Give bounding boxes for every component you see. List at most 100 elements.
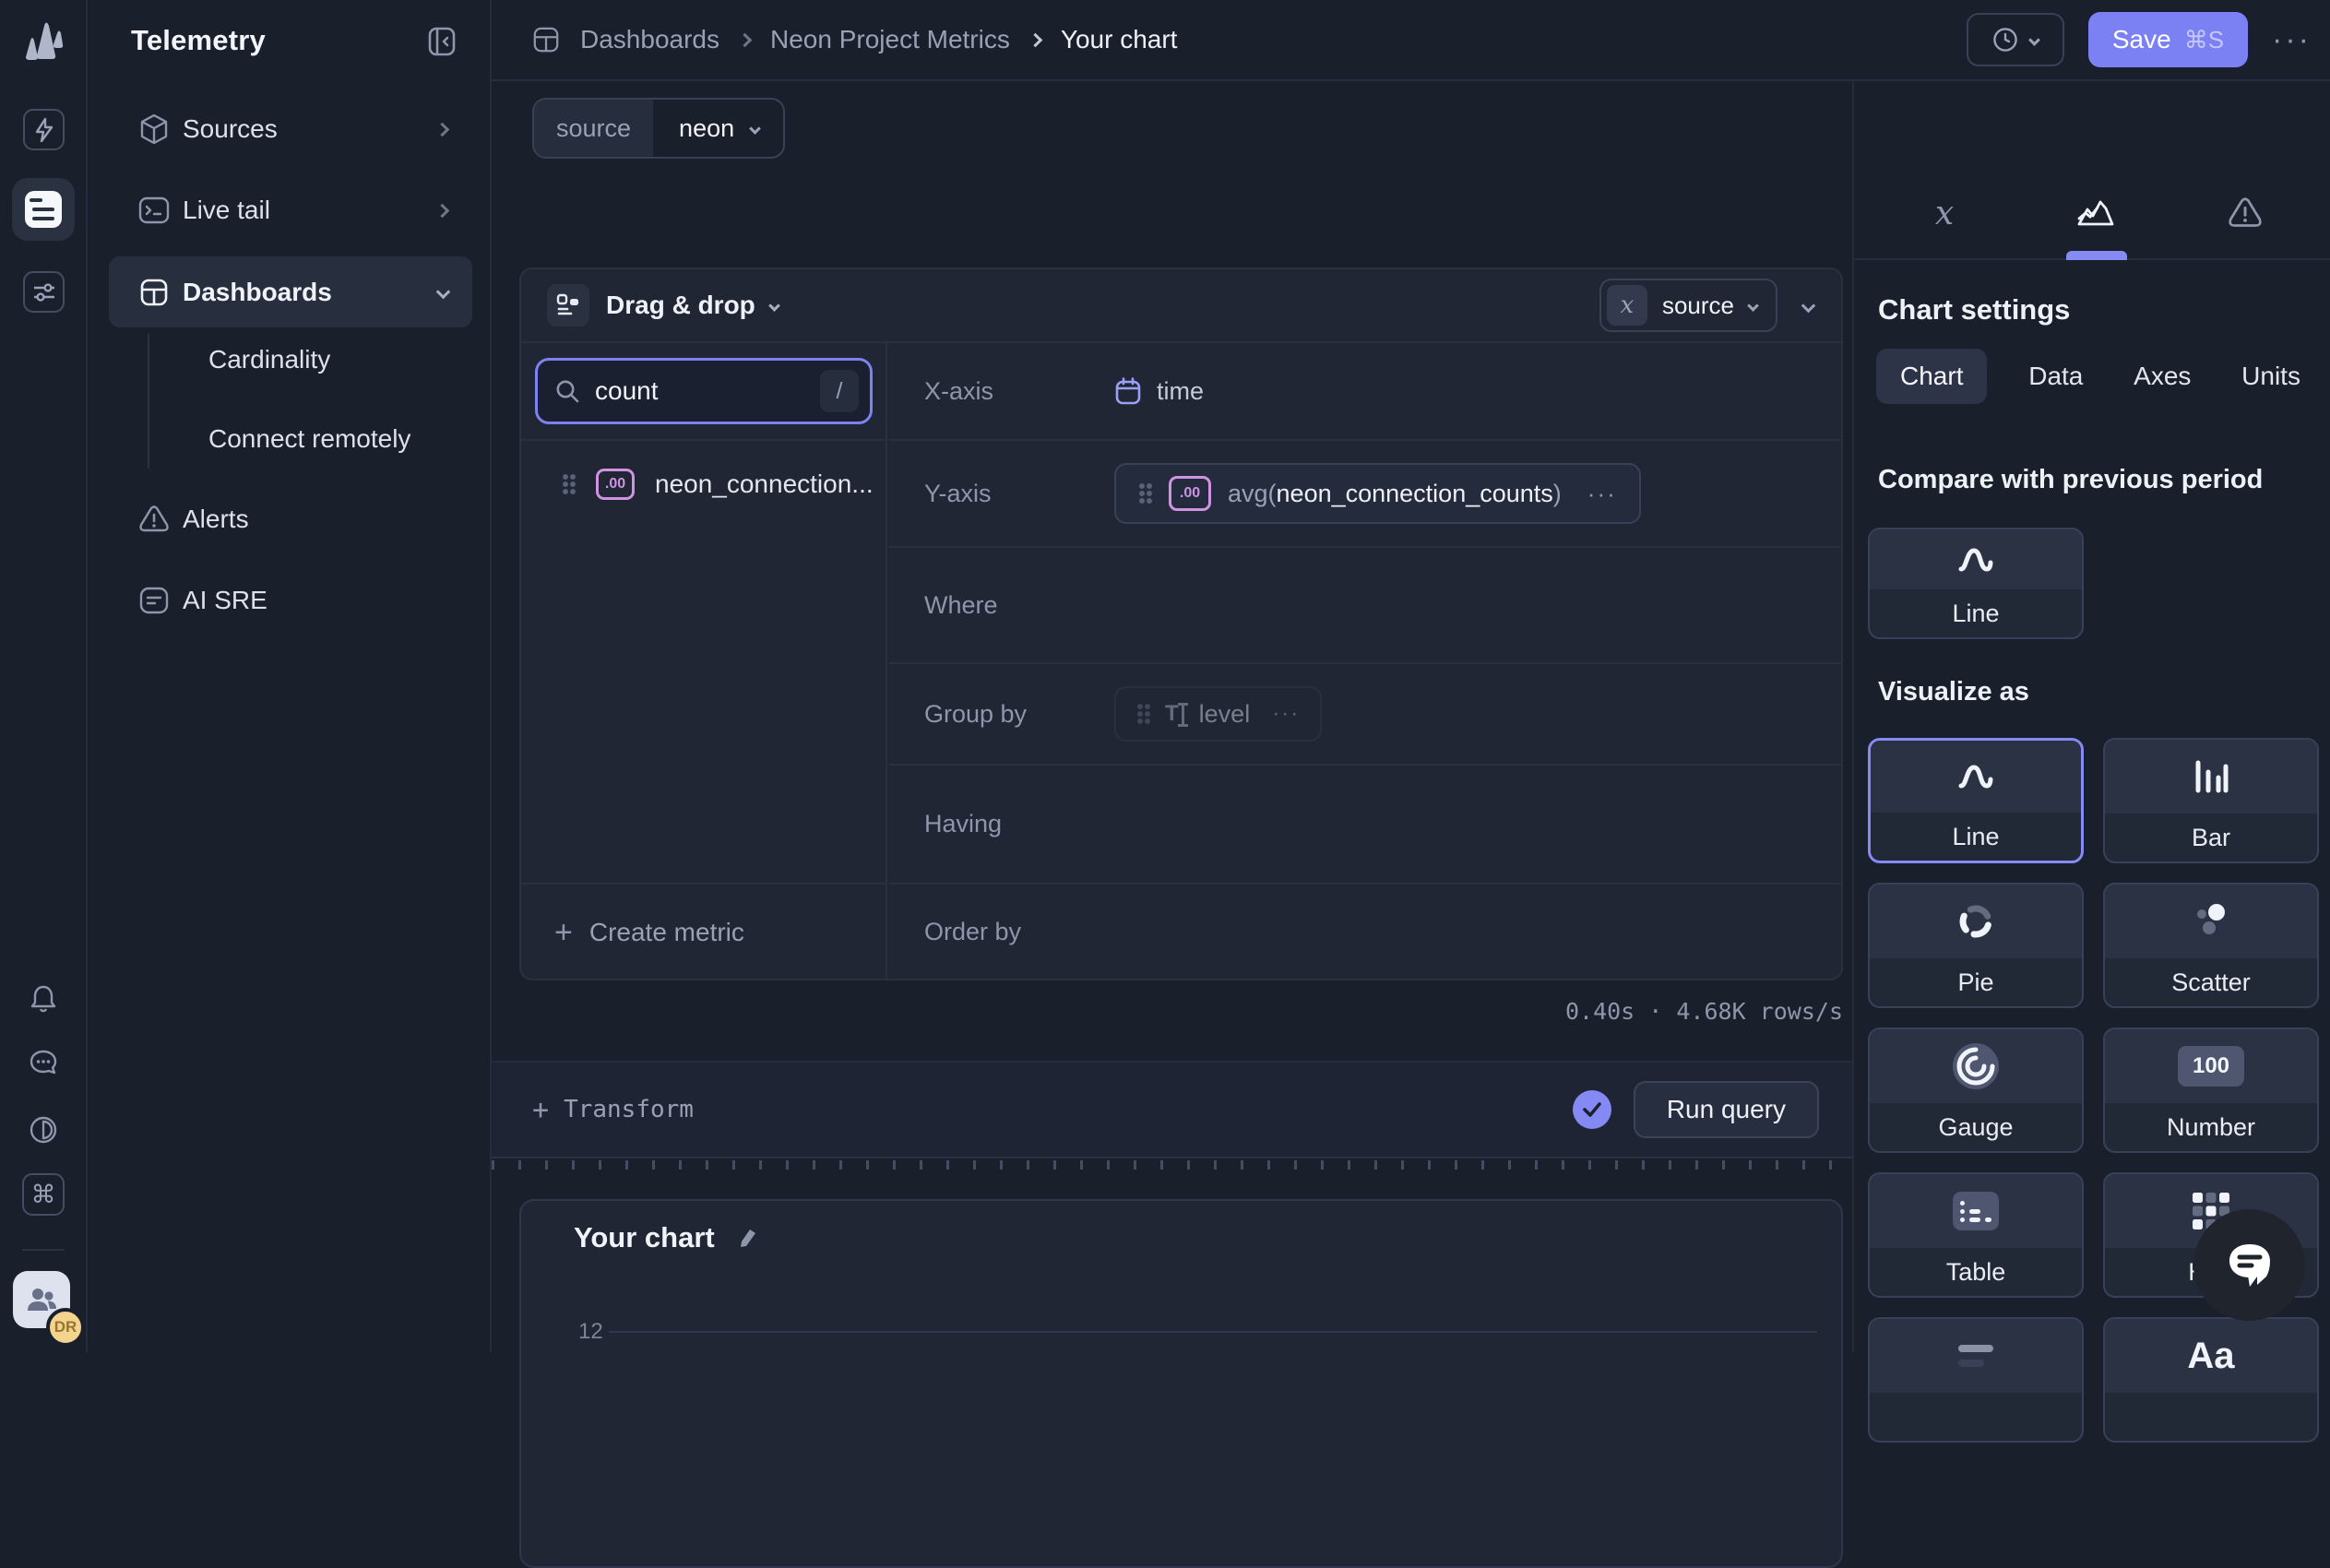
viz-card-bar[interactable]: Bar	[2103, 738, 2319, 863]
y-axis-aggregation-pill[interactable]: .00 avg(neon_connection_counts) ···	[1114, 463, 1641, 524]
chevron-right-icon	[738, 32, 753, 47]
group-by-label: Group by	[924, 700, 1072, 729]
numeric-metric-icon: .00	[1169, 476, 1211, 511]
plus-icon: +	[532, 1094, 549, 1126]
drag-handle-icon[interactable]	[1136, 703, 1150, 725]
chevron-down-icon	[2028, 34, 2040, 46]
pill-options-button[interactable]: ···	[1272, 701, 1300, 727]
pill-options-button[interactable]: ···	[1587, 480, 1617, 508]
viz-card-scatter[interactable]: Scatter	[2103, 883, 2319, 1008]
feedback-button[interactable]	[26, 1046, 61, 1081]
tab-warnings[interactable]	[2208, 190, 2282, 236]
more-menu-button[interactable]: ···	[2272, 30, 2312, 49]
viz-card-number[interactable]: 100 Number	[2103, 1028, 2319, 1153]
edit-pencil-icon[interactable]	[737, 1226, 759, 1250]
scope-field-chip[interactable]: x source	[1599, 279, 1777, 332]
breadcrumb-dashboard-name[interactable]: Neon Project Metrics	[770, 25, 1010, 54]
sidebar-item-sources[interactable]: Sources	[88, 100, 492, 159]
visualize-grid: Line Bar Pie Scatter	[1868, 738, 2322, 1443]
create-metric-button[interactable]: + Create metric	[521, 883, 886, 980]
group-by-field-pill[interactable]: T level ···	[1114, 686, 1322, 742]
icon-rail: ⌘ DR	[0, 0, 88, 1352]
sidebar-item-alerts[interactable]: Alerts	[88, 490, 492, 549]
visualize-heading: Visualize as	[1878, 677, 2029, 707]
chevron-down-icon	[436, 285, 451, 300]
sidebar-item-live-tail[interactable]: Live tail	[88, 181, 492, 240]
command-palette-button[interactable]: ⌘	[22, 1173, 65, 1216]
time-range-button[interactable]	[1967, 13, 2064, 66]
sidebar-collapse-button[interactable]	[424, 24, 459, 59]
metric-search-input[interactable]	[595, 376, 820, 406]
x-axis-row: X-axis time	[889, 343, 1843, 441]
metric-picker-column: / .00 neon_connection... + Create metric	[521, 343, 887, 980]
query-mode-label[interactable]: Drag & drop	[606, 291, 755, 320]
x-axis-value[interactable]: time	[1114, 376, 1204, 406]
chat-fab-button[interactable]	[2193, 1209, 2305, 1321]
viz-card-table[interactable]: Table	[1868, 1172, 2084, 1298]
viz-card-line[interactable]: Line	[1868, 738, 2084, 863]
settings-sliders-button[interactable]	[23, 271, 65, 313]
subtab-units[interactable]: Units	[2232, 349, 2310, 404]
dashboard-grid-icon	[138, 278, 170, 307]
order-by-label: Order by	[924, 918, 1072, 946]
area-chart-icon	[2075, 195, 2116, 232]
drag-handle-icon[interactable]	[562, 473, 576, 495]
group-by-field: level	[1199, 700, 1251, 729]
rail-item-explore-active[interactable]	[12, 178, 75, 241]
viz-card-partial-statistic[interactable]	[1868, 1317, 2084, 1443]
card-label	[1870, 1393, 2082, 1441]
variable-x-icon: x	[1935, 195, 1954, 232]
slash-shortcut-badge: /	[820, 370, 859, 412]
sidebar-item-cardinality[interactable]: Cardinality	[208, 330, 330, 389]
contrast-icon	[28, 1114, 59, 1146]
tab-variables[interactable]: x	[1908, 190, 1981, 236]
chevron-down-icon	[1747, 300, 1759, 312]
query-builder-panel: Drag & drop x source / .00 neon_connecti…	[519, 267, 1843, 980]
viz-card-pie[interactable]: Pie	[1868, 883, 2084, 1008]
breadcrumb-current: Your chart	[1061, 25, 1178, 54]
viz-card-partial-text[interactable]: Aa	[2103, 1317, 2319, 1443]
settings-tab-bar: x	[1854, 81, 2330, 260]
breadcrumb-dashboards[interactable]: Dashboards	[580, 25, 719, 54]
collapse-section-chevron[interactable]	[1801, 298, 1816, 313]
metric-name: neon_connection...	[655, 469, 874, 499]
save-button[interactable]: Save ⌘S	[2088, 12, 2248, 67]
subtab-chart[interactable]: Chart	[1876, 349, 1987, 404]
transform-label[interactable]: Transform	[564, 1096, 694, 1123]
x-axis-field: time	[1157, 377, 1204, 406]
source-filter-chip[interactable]: source neon	[532, 98, 785, 159]
sidebar-item-label: Dashboards	[183, 278, 332, 307]
sidebar-item-connect-remotely[interactable]: Connect remotely	[208, 410, 410, 469]
chat-dots-icon	[27, 1047, 60, 1080]
sidebar-item-label: AI SRE	[183, 586, 267, 615]
filter-value-select[interactable]: neon	[653, 100, 783, 157]
theme-toggle-button[interactable]	[26, 1112, 61, 1147]
viz-card-gauge[interactable]: Gauge	[1868, 1028, 2084, 1153]
aggregation-field: neon_connection_counts	[1277, 480, 1553, 507]
sidebar-item-dashboards-active[interactable]: Dashboards	[109, 256, 472, 327]
command-icon: ⌘	[31, 1181, 56, 1209]
flash-query-button[interactable]	[23, 109, 65, 150]
scatter-chart-icon	[2105, 885, 2317, 958]
resize-ruler[interactable]	[492, 1160, 1852, 1170]
subtab-axes[interactable]: Axes	[2124, 349, 2200, 404]
where-row[interactable]: Where	[889, 548, 1843, 664]
rail-divider	[22, 1249, 65, 1251]
chevron-down-icon	[749, 123, 761, 135]
subtab-data[interactable]: Data	[2019, 349, 2092, 404]
notifications-button[interactable]	[26, 981, 61, 1016]
having-row[interactable]: Having	[889, 766, 1843, 885]
settings-heading: Chart settings	[1878, 293, 2070, 327]
dashboard-grid-icon	[532, 26, 560, 53]
card-label: Table	[1870, 1248, 2082, 1296]
sidebar-item-label: Live tail	[183, 196, 270, 225]
tab-chart-settings-active[interactable]	[2059, 190, 2133, 236]
metric-list-item[interactable]: .00 neon_connection...	[521, 452, 886, 517]
compare-line-card[interactable]: Line	[1868, 528, 2084, 639]
order-by-row[interactable]: Order by	[889, 885, 1843, 979]
run-query-button[interactable]: Run query	[1634, 1081, 1819, 1138]
drag-handle-icon[interactable]	[1138, 482, 1152, 505]
line-chart-icon	[1871, 741, 2081, 813]
metric-search-box[interactable]: /	[535, 358, 873, 424]
sidebar-item-ai-sre[interactable]: AI SRE	[88, 571, 492, 630]
